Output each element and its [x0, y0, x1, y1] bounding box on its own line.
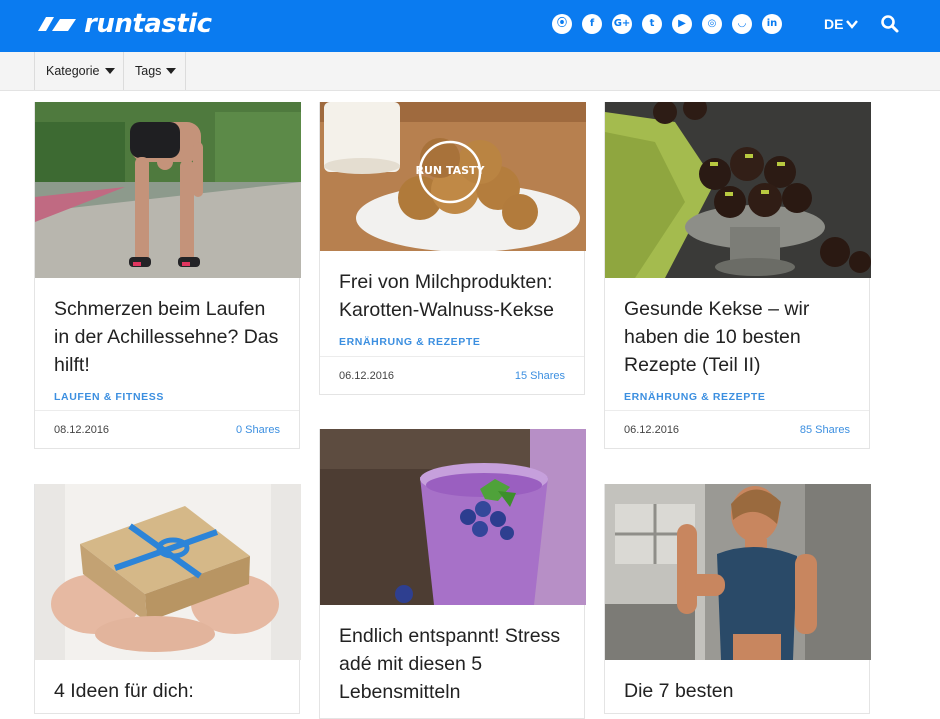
run-tasty-stamp-text: RUN TASTY: [416, 164, 486, 177]
article-category[interactable]: LAUFEN & FITNESS: [54, 391, 280, 403]
article-image-athlete: [605, 484, 871, 660]
language-label: DE: [824, 16, 844, 32]
article-title[interactable]: Endlich entspannt! Stress adé mit diesen…: [339, 622, 565, 706]
facebook-icon[interactable]: f: [582, 14, 602, 34]
article-date: 06.12.2016: [624, 423, 680, 436]
article-card[interactable]: Gesunde Kekse – wir haben die 10 besten …: [604, 96, 871, 449]
card-body: Schmerzen beim Laufen in der Achillesseh…: [35, 283, 299, 403]
twitter-icon[interactable]: t: [642, 14, 662, 34]
card-body: 4 Ideen für dich:: [35, 665, 299, 705]
card-body: Die 7 besten: [605, 665, 869, 705]
search-icon[interactable]: [880, 14, 900, 34]
card-body: Frei von Milchprodukten: Karotten-Walnus…: [320, 256, 584, 348]
share-count[interactable]: 85 Shares: [800, 424, 850, 436]
caret-down-icon: [166, 68, 177, 74]
card-footer: 06.12.2016 15 Shares: [320, 356, 584, 394]
filter-bar: Kategorie Tags: [0, 52, 940, 91]
instagram-icon[interactable]: ◎: [702, 14, 722, 34]
article-category[interactable]: ERNÄHRUNG & REZEPTE: [339, 336, 565, 348]
category-dropdown-label: Kategorie: [46, 64, 100, 78]
article-date: 06.12.2016: [339, 369, 395, 382]
caret-down-icon: [104, 68, 115, 74]
youtube-icon[interactable]: ▶: [672, 14, 692, 34]
chevron-down-icon: [846, 19, 859, 29]
article-title[interactable]: 4 Ideen für dich:: [54, 677, 280, 705]
share-count[interactable]: 15 Shares: [515, 370, 565, 382]
snapchat-icon[interactable]: ◡: [732, 14, 752, 34]
article-image-cookies: RUN TASTY: [320, 102, 586, 252]
tags-dropdown-label: Tags: [135, 64, 162, 78]
category-dropdown[interactable]: Kategorie: [34, 52, 123, 90]
article-image-smoothie: [320, 429, 586, 605]
article-title[interactable]: Die 7 besten: [624, 677, 850, 705]
article-image-chocolate-balls: [605, 96, 871, 278]
article-title[interactable]: Gesunde Kekse – wir haben die 10 besten …: [624, 295, 850, 379]
share-count[interactable]: 0 Shares: [236, 424, 280, 436]
card-footer: 06.12.2016 85 Shares: [605, 410, 869, 448]
article-card[interactable]: Schmerzen beim Laufen in der Achillesseh…: [34, 102, 301, 449]
card-body: Endlich entspannt! Stress adé mit diesen…: [320, 610, 584, 706]
logo-mark-icon: [38, 17, 76, 31]
article-date: 08.12.2016: [54, 423, 110, 436]
google-plus-icon[interactable]: G+: [612, 14, 632, 34]
tags-dropdown[interactable]: Tags: [123, 52, 186, 90]
article-title[interactable]: Frei von Milchprodukten: Karotten-Walnus…: [339, 268, 565, 324]
social-links: ⦿ f G+ t ▶ ◎ ◡ in: [552, 14, 782, 34]
article-image-runner: [35, 102, 301, 278]
language-selector[interactable]: DE: [824, 16, 859, 32]
article-card[interactable]: RUN TASTY Frei von Milchprodukten: Karot…: [319, 102, 586, 395]
linkedin-icon[interactable]: in: [762, 14, 782, 34]
logo-text: runtastic: [84, 9, 212, 39]
article-image-gift-box: [35, 484, 301, 660]
top-header: runtastic ⦿ f G+ t ▶ ◎ ◡ in DE: [0, 0, 940, 52]
article-title[interactable]: Schmerzen beim Laufen in der Achillesseh…: [54, 295, 280, 379]
card-footer: 08.12.2016 0 Shares: [35, 410, 299, 448]
rss-icon[interactable]: ⦿: [552, 14, 572, 34]
article-category[interactable]: ERNÄHRUNG & REZEPTE: [624, 391, 850, 403]
runtastic-logo[interactable]: runtastic: [34, 8, 212, 40]
card-body: Gesunde Kekse – wir haben die 10 besten …: [605, 283, 869, 403]
article-card[interactable]: Endlich entspannt! Stress adé mit diesen…: [319, 429, 586, 719]
article-card[interactable]: 4 Ideen für dich:: [34, 484, 301, 714]
article-card[interactable]: Die 7 besten: [604, 484, 871, 714]
